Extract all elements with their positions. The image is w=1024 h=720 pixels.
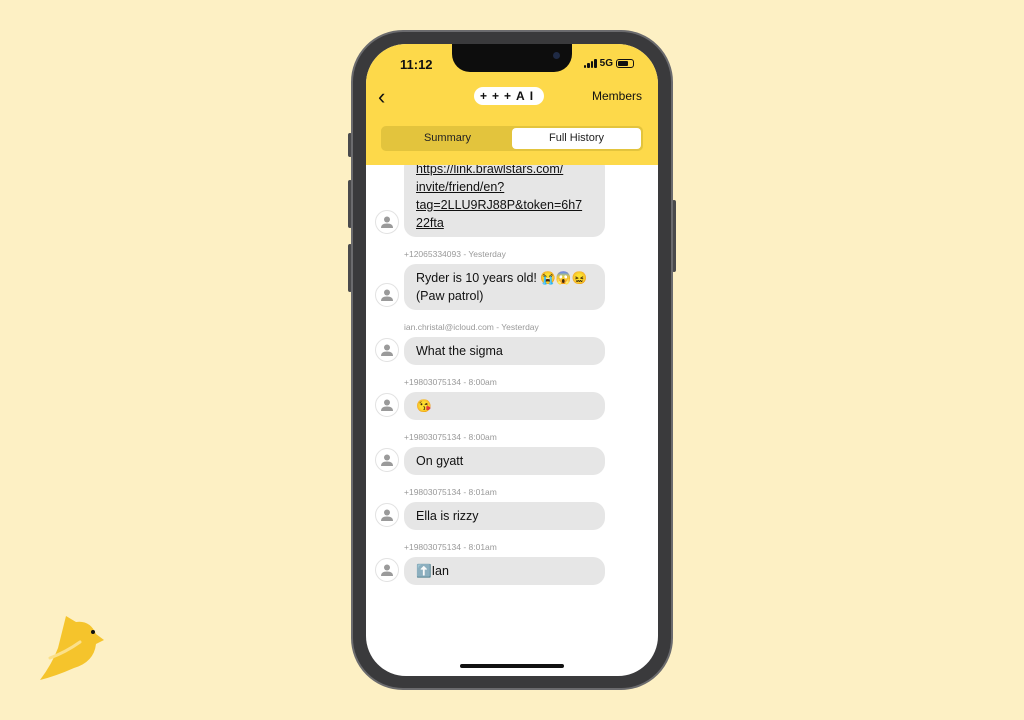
battery-icon bbox=[616, 59, 634, 68]
message-bubble: On gyatt bbox=[404, 447, 605, 475]
message-sender-time: +19803075134 - 8:01am bbox=[404, 487, 497, 497]
message-item: +19803075134 - 8:00am On gyatt bbox=[366, 432, 658, 475]
status-time: 11:12 bbox=[400, 57, 433, 72]
view-segmented-control: Summary Full History bbox=[381, 126, 643, 151]
message-text: ⬆️Ian bbox=[416, 564, 449, 578]
canary-bird-logo bbox=[40, 616, 104, 680]
avatar bbox=[375, 448, 399, 472]
chevron-left-icon: ‹ bbox=[378, 84, 386, 109]
tab-summary[interactable]: Summary bbox=[383, 128, 512, 149]
avatar bbox=[375, 283, 399, 307]
tab-full-history[interactable]: Full History bbox=[512, 128, 641, 149]
message-text: Ryder is 10 years old! 😭😱😖 (Paw patrol) bbox=[416, 271, 588, 303]
phone-screen: tag=2LLU9RJ88P&token=6h7 22fta+198030751… bbox=[366, 44, 658, 676]
message-item: +12065334093 - Yesterday Ryder is 10 year… bbox=[366, 249, 658, 310]
avatar bbox=[375, 210, 399, 234]
person-icon bbox=[381, 399, 393, 411]
message-sender-time: +12065334093 - Yesterday bbox=[404, 249, 506, 259]
avatar bbox=[375, 558, 399, 582]
notch bbox=[452, 44, 572, 72]
members-button[interactable]: Members bbox=[592, 89, 642, 103]
message-item: +19803075134 - 8:01am Ella is rizzy bbox=[366, 487, 658, 530]
network-label: 5G bbox=[599, 58, 613, 69]
message-link[interactable]: https://link.brawlstars.com/ invite/frie… bbox=[416, 162, 582, 230]
message-sender-time: +19803075134 - 8:00am bbox=[404, 432, 497, 442]
message-sender-time: +19803075134 - 8:00am bbox=[404, 377, 497, 387]
message-list[interactable]: tag=2LLU9RJ88P&token=6h7 22fta+198030751… bbox=[366, 82, 658, 597]
message-bubble: Ryder is 10 years old! 😭😱😖 (Paw patrol) bbox=[404, 264, 605, 310]
message-sender-time: ian.christal@icloud.com - Yesterday bbox=[404, 322, 539, 332]
message-text: What the sigma bbox=[416, 344, 503, 358]
message-bubble: https://link.brawlstars.com/ invite/frie… bbox=[404, 155, 605, 237]
back-button[interactable]: ‹ bbox=[378, 84, 385, 110]
message-sender-time: +19803075134 - 8:01am bbox=[404, 542, 497, 552]
camera bbox=[553, 52, 560, 59]
person-icon bbox=[381, 454, 393, 466]
message-text: On gyatt bbox=[416, 454, 464, 468]
message-item: +19803075134 - 8:00am 😘 bbox=[366, 377, 658, 420]
message-bubble: Ella is rizzy bbox=[404, 502, 605, 530]
message-text: 😘 bbox=[416, 399, 432, 413]
signal-icon bbox=[583, 59, 597, 68]
app-header: 11:12 5G ‹ +++AI Members Summary Full Hi… bbox=[366, 44, 658, 165]
message-bubble: 😘 bbox=[404, 392, 605, 420]
person-icon bbox=[381, 509, 393, 521]
avatar bbox=[375, 338, 399, 362]
avatar bbox=[375, 503, 399, 527]
person-icon bbox=[381, 564, 393, 576]
message-bubble: ⬆️Ian bbox=[404, 557, 605, 585]
message-item: ian.christal@icloud.com - Yesterday What … bbox=[366, 322, 658, 365]
chat-title: +++AI bbox=[474, 87, 545, 105]
home-indicator[interactable] bbox=[460, 664, 564, 668]
status-icons: 5G bbox=[583, 58, 634, 69]
person-icon bbox=[381, 289, 393, 301]
message-text: Ella is rizzy bbox=[416, 509, 479, 523]
avatar bbox=[375, 393, 399, 417]
message-item: +19803075134 - 8:01am ⬆️Ian bbox=[366, 542, 658, 585]
person-icon bbox=[381, 216, 393, 228]
person-icon bbox=[381, 344, 393, 356]
message-bubble: What the sigma bbox=[404, 337, 605, 365]
